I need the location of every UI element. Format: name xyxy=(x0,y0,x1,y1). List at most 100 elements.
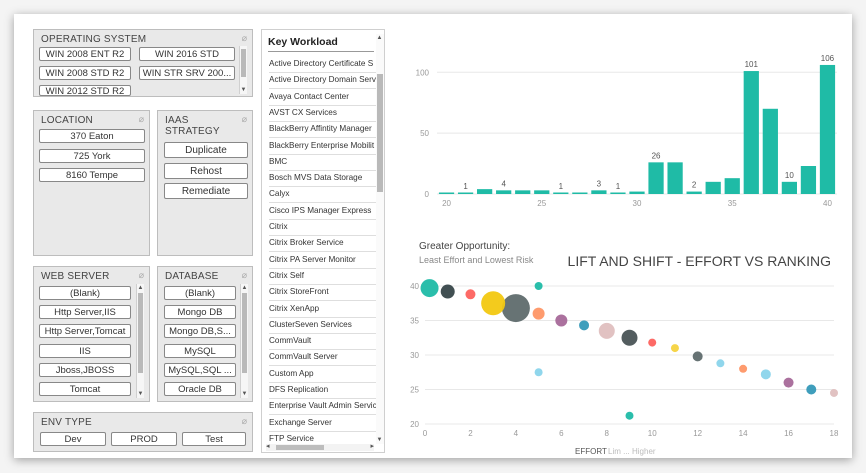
pin-icon[interactable]: ⌀ xyxy=(242,416,247,427)
data-label: 4 xyxy=(501,179,506,188)
web-server-item[interactable]: (Blank) xyxy=(39,286,131,300)
key-workload-item[interactable]: Citrix Broker Service xyxy=(269,235,377,251)
scatter-point xyxy=(625,411,634,420)
database-item[interactable]: (Blank) xyxy=(164,286,236,300)
iaas-item[interactable]: Remediate xyxy=(164,183,248,199)
scroll-down-icon[interactable]: ▼ xyxy=(376,436,383,444)
pin-icon[interactable]: ⌀ xyxy=(242,270,247,281)
key-workload-item[interactable]: ClusterSeven Services xyxy=(269,317,377,333)
scatter-chart: Greater Opportunity: Least Effort and Low… xyxy=(410,241,839,456)
key-workload-hscrollbar[interactable]: ◂ ▸ xyxy=(266,442,374,451)
data-label: 26 xyxy=(652,151,661,160)
scatter-point xyxy=(692,351,703,362)
scroll-up-icon[interactable]: ▲ xyxy=(376,34,383,42)
web-server-slicer: WEB SERVER ⌀ (Blank) Http Server,IIS Htt… xyxy=(33,266,150,402)
scroll-down-icon[interactable]: ▼ xyxy=(241,390,248,398)
data-label: 106 xyxy=(821,54,835,63)
scroll-down-icon[interactable]: ▼ xyxy=(137,390,144,398)
web-server-item[interactable]: IIS xyxy=(39,344,131,358)
os-scrollbar[interactable]: ▼ xyxy=(239,46,247,94)
key-workload-item[interactable]: Citrix Self xyxy=(269,268,377,284)
iaas-item[interactable]: Rehost xyxy=(164,163,248,179)
scroll-thumb[interactable] xyxy=(377,74,383,192)
env-type-item[interactable]: PROD xyxy=(111,432,177,446)
slicer-title: DATABASE xyxy=(165,271,219,282)
location-item[interactable]: 370 Eaton xyxy=(39,129,145,143)
key-workload-item[interactable]: Cisco IPS Manager Express xyxy=(269,203,377,219)
scroll-right-icon[interactable]: ▸ xyxy=(370,442,374,450)
x-tick-label: 14 xyxy=(739,429,748,438)
database-item[interactable]: Oracle DB xyxy=(164,382,236,396)
os-item[interactable]: WIN 2008 STD R2 xyxy=(39,66,131,80)
scatter-point xyxy=(830,388,838,397)
pin-icon[interactable]: ⌀ xyxy=(242,33,247,44)
os-item[interactable]: WIN 2012 STD R2 xyxy=(39,85,131,96)
os-item[interactable]: WIN 2016 STD xyxy=(139,47,235,61)
env-type-item[interactable]: Test xyxy=(182,432,246,446)
slicer-title-line2: STRATEGY xyxy=(165,126,220,137)
scroll-thumb[interactable] xyxy=(242,293,247,373)
key-workload-item[interactable]: Avaya Contact Center xyxy=(269,89,377,105)
bar xyxy=(553,192,569,194)
database-item[interactable]: Mongo DB,S... xyxy=(164,324,236,338)
pin-icon[interactable]: ⌀ xyxy=(139,270,144,281)
scroll-left-icon[interactable]: ◂ xyxy=(266,442,270,450)
scatter-point xyxy=(465,289,476,300)
bar xyxy=(724,178,740,194)
web-server-item[interactable]: Http Server,IIS xyxy=(39,305,131,319)
x-tick-label: 25 xyxy=(537,199,546,208)
key-workload-item[interactable]: BlackBerry Affintity Manager xyxy=(269,121,377,137)
pin-icon[interactable]: ⌀ xyxy=(242,114,247,125)
key-workload-item[interactable]: BlackBerry Enterprise Mobilit xyxy=(269,138,377,154)
key-workload-item[interactable]: Active Directory Domain Serv xyxy=(269,72,377,88)
key-workload-item[interactable]: Calyx xyxy=(269,186,377,202)
bar xyxy=(477,189,493,194)
database-item[interactable]: MySQL xyxy=(164,344,236,358)
operating-system-slicer: OPERATING SYSTEM ⌀ WIN 2008 ENT R2 WIN 2… xyxy=(33,29,253,97)
key-workload-item[interactable]: Citrix PA Server Monitor xyxy=(269,252,377,268)
scroll-up-icon[interactable]: ▲ xyxy=(137,284,144,292)
os-item[interactable]: WIN 2008 ENT R2 xyxy=(39,47,131,61)
pin-icon[interactable]: ⌀ xyxy=(139,114,144,125)
key-workload-item[interactable]: Exchange Server xyxy=(269,415,377,431)
x-tick-label: 4 xyxy=(514,429,519,438)
x-tick-label: 16 xyxy=(784,429,793,438)
location-item[interactable]: 725 York xyxy=(39,149,145,163)
key-workload-item[interactable]: Active Directory Certificate S xyxy=(269,56,377,72)
env-type-item[interactable]: Dev xyxy=(40,432,106,446)
key-workload-item[interactable]: CommVault Server xyxy=(269,349,377,365)
iaas-item[interactable]: Duplicate xyxy=(164,142,248,158)
scatter-point xyxy=(440,284,455,299)
location-item[interactable]: 8160 Tempe xyxy=(39,168,145,182)
scatter-point xyxy=(420,279,439,298)
web-server-item[interactable]: Tomcat xyxy=(39,382,131,396)
os-item[interactable]: WIN STR SRV 200... xyxy=(139,66,235,80)
database-item[interactable]: Mongo DB xyxy=(164,305,236,319)
web-server-item[interactable]: Http Server,Tomcat xyxy=(39,324,131,338)
database-item[interactable]: MySQL,SQL ... xyxy=(164,363,236,377)
key-workload-item[interactable]: Custom App xyxy=(269,366,377,382)
hscroll-thumb[interactable] xyxy=(276,445,324,450)
key-workload-item[interactable]: Citrix xyxy=(269,219,377,235)
scatter-point xyxy=(501,294,530,323)
key-workload-item[interactable]: Citrix XenApp xyxy=(269,301,377,317)
y-tick-label: 20 xyxy=(410,420,419,429)
x-tick-label: 40 xyxy=(823,199,832,208)
bar xyxy=(515,190,531,194)
key-workload-item[interactable]: BMC xyxy=(269,154,377,170)
web-server-scrollbar[interactable]: ▲ ▼ xyxy=(136,284,144,398)
key-workload-item[interactable]: DFS Replication xyxy=(269,382,377,398)
scroll-thumb[interactable] xyxy=(241,49,246,77)
key-workload-item[interactable]: Citrix StoreFront xyxy=(269,284,377,300)
scroll-up-icon[interactable]: ▲ xyxy=(241,284,248,292)
database-scrollbar[interactable]: ▲ ▼ xyxy=(240,284,248,398)
key-workload-item[interactable]: Bosch MVS Data Storage xyxy=(269,170,377,186)
key-workload-item[interactable]: AVST CX Services xyxy=(269,105,377,121)
key-workload-item[interactable]: CommVault xyxy=(269,333,377,349)
key-workload-scrollbar[interactable]: ▲ ▼ xyxy=(376,34,384,444)
x-axis-label-suffix: Lim ... Higher xyxy=(608,447,656,456)
web-server-item[interactable]: Jboss,JBOSS xyxy=(39,363,131,377)
scroll-down-icon[interactable]: ▼ xyxy=(240,86,247,94)
scroll-thumb[interactable] xyxy=(138,293,143,373)
key-workload-item[interactable]: Enterprise Vault Admin Servic xyxy=(269,398,377,414)
